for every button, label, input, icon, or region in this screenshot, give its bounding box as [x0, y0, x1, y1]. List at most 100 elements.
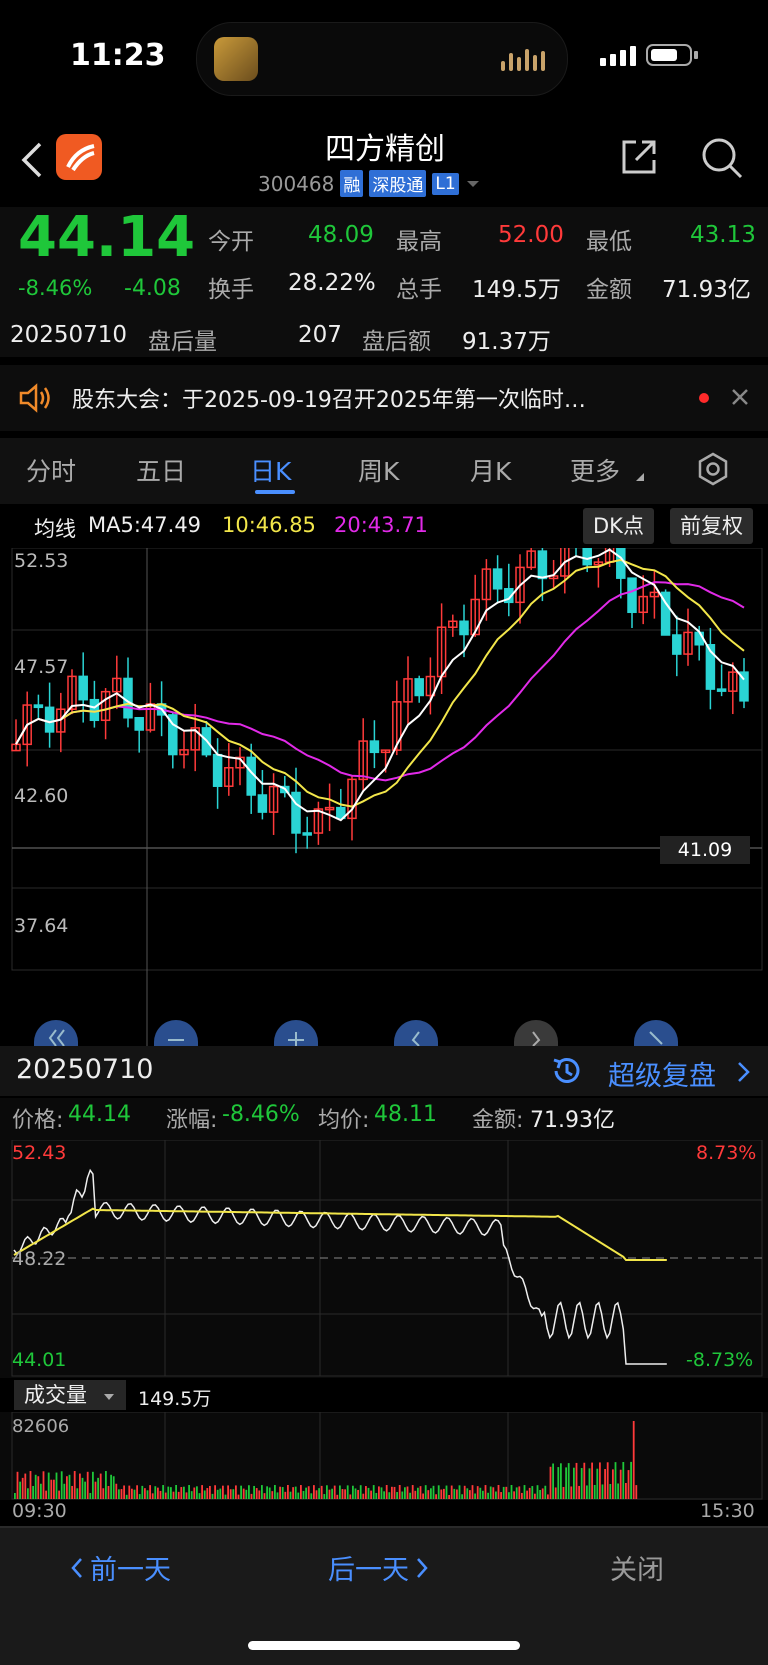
- zoom-out-button[interactable]: [154, 1020, 198, 1046]
- media-thumbnail: [214, 37, 258, 81]
- volume-bar: [632, 1421, 635, 1499]
- volume-bar: [180, 1487, 183, 1499]
- volume-bar: [375, 1492, 378, 1499]
- volume-bar: [284, 1491, 287, 1499]
- volume-bar: [68, 1474, 71, 1499]
- kline-candle: [627, 577, 637, 614]
- intraday-low-pct: -8.73%: [686, 1349, 754, 1371]
- volume-bar: [500, 1492, 502, 1499]
- volume-bar: [323, 1494, 326, 1499]
- tab-intraday[interactable]: 分时: [26, 452, 76, 488]
- super-replay-link[interactable]: 超级复盘: [608, 1054, 716, 1093]
- volume-bar: [97, 1477, 99, 1499]
- volume-bar: [463, 1485, 466, 1499]
- detail-date: 20250710: [16, 1054, 154, 1085]
- scroll-left-button[interactable]: [394, 1020, 438, 1047]
- close-button[interactable]: 关闭: [610, 1548, 664, 1587]
- volume-bar: [419, 1486, 422, 1499]
- share-icon[interactable]: [620, 136, 660, 176]
- tab-weekly-k[interactable]: 周K: [358, 452, 399, 488]
- volume-bar: [536, 1485, 539, 1499]
- kline-candle: [44, 706, 55, 733]
- volume-bar: [55, 1472, 58, 1499]
- volume-bar: [401, 1491, 404, 1499]
- search-icon[interactable]: [700, 136, 744, 180]
- audio-wave-icon: [501, 47, 545, 71]
- volume-bar: [320, 1485, 323, 1499]
- scroll-right-button[interactable]: [514, 1020, 558, 1047]
- volume-bar: [146, 1490, 149, 1499]
- volume-bar: [315, 1490, 318, 1499]
- gear-icon[interactable]: [696, 452, 730, 486]
- dynamic-island[interactable]: [196, 22, 568, 96]
- tab-daily-k[interactable]: 日K: [250, 452, 291, 488]
- avg-price-line: [13, 1207, 667, 1261]
- kline-candle: [257, 794, 268, 813]
- volume-bar: [466, 1488, 469, 1499]
- after-amount-label: 盘后额: [362, 329, 431, 355]
- volume-bar: [458, 1485, 461, 1499]
- volume-bar: [281, 1487, 284, 1499]
- fullscreen-button[interactable]: [634, 1020, 678, 1046]
- volume-bar: [115, 1483, 118, 1499]
- volume-bar: [222, 1485, 224, 1499]
- tab-monthly-k[interactable]: 月K: [470, 452, 511, 488]
- tab-five-day[interactable]: 五日: [136, 452, 186, 488]
- prev-day-button[interactable]: 前一天: [70, 1548, 171, 1587]
- caret-down-icon: [466, 180, 479, 187]
- volume-bar: [60, 1471, 63, 1499]
- volume-bar: [391, 1486, 393, 1499]
- volume-bar: [344, 1489, 346, 1499]
- volume-bar: [258, 1490, 261, 1499]
- kline-y-label-1: 52.53: [14, 550, 69, 572]
- volume-chart[interactable]: [0, 1412, 768, 1500]
- volume-bar: [318, 1488, 320, 1499]
- kline-candle: [369, 740, 380, 754]
- dk-point-button[interactable]: DK点: [583, 508, 654, 544]
- announcement-text: 股东大会：于2025-09-19召开2025年第一次临时…: [72, 388, 586, 413]
- volume-indicator-select[interactable]: 成交量: [14, 1380, 126, 1410]
- detail-amt: 71.93亿: [530, 1108, 615, 1133]
- volume-bar: [300, 1485, 302, 1499]
- plus-icon: [288, 1032, 304, 1046]
- next-day-button[interactable]: 后一天: [328, 1548, 429, 1587]
- cursor-price-label: 41.09: [660, 836, 750, 864]
- zoom-in-button[interactable]: [274, 1020, 318, 1046]
- volume-bar: [73, 1471, 76, 1499]
- volume-bar: [378, 1486, 380, 1499]
- volume-bar: [367, 1487, 370, 1499]
- history-icon[interactable]: [550, 1054, 584, 1088]
- chevron-right-icon[interactable]: [736, 1060, 752, 1084]
- volume-bar: [250, 1493, 253, 1499]
- close-icon[interactable]: [730, 387, 750, 407]
- stock-code-line[interactable]: 300468 融 深股通 L1: [258, 170, 481, 197]
- volume-bar: [609, 1483, 612, 1499]
- volume-bar: [414, 1490, 417, 1499]
- volume-bar: [354, 1488, 357, 1499]
- announcement-bar[interactable]: 股东大会：于2025-09-19召开2025年第一次临时…: [0, 365, 768, 431]
- kline-frame: [11, 548, 763, 971]
- volume-bar: [159, 1490, 162, 1499]
- expand-icon: [649, 1031, 663, 1045]
- ma20-value: 20:43.71: [334, 513, 428, 537]
- volume-bar: [593, 1484, 596, 1499]
- tab-more[interactable]: 更多: [570, 452, 620, 488]
- back-icon[interactable]: [18, 140, 44, 180]
- volume-bar: [495, 1491, 497, 1499]
- volume-bar: [211, 1493, 214, 1499]
- volume-bar: [42, 1471, 45, 1499]
- volume-bar: [294, 1486, 297, 1499]
- volume-bar: [513, 1491, 515, 1499]
- volume-bar: [578, 1485, 580, 1499]
- volume-bar: [76, 1488, 79, 1499]
- kline-chart[interactable]: [0, 548, 768, 1046]
- intraday-chart[interactable]: [0, 1140, 768, 1378]
- minus-icon: [168, 1039, 184, 1041]
- adjust-price-button[interactable]: 前复权: [670, 508, 753, 544]
- volume-bar: [612, 1469, 614, 1499]
- volume-bar: [567, 1463, 570, 1499]
- volume-bar: [547, 1494, 549, 1499]
- volume-bar: [565, 1467, 567, 1499]
- volume-bar: [484, 1485, 487, 1499]
- volume-bar: [471, 1485, 474, 1499]
